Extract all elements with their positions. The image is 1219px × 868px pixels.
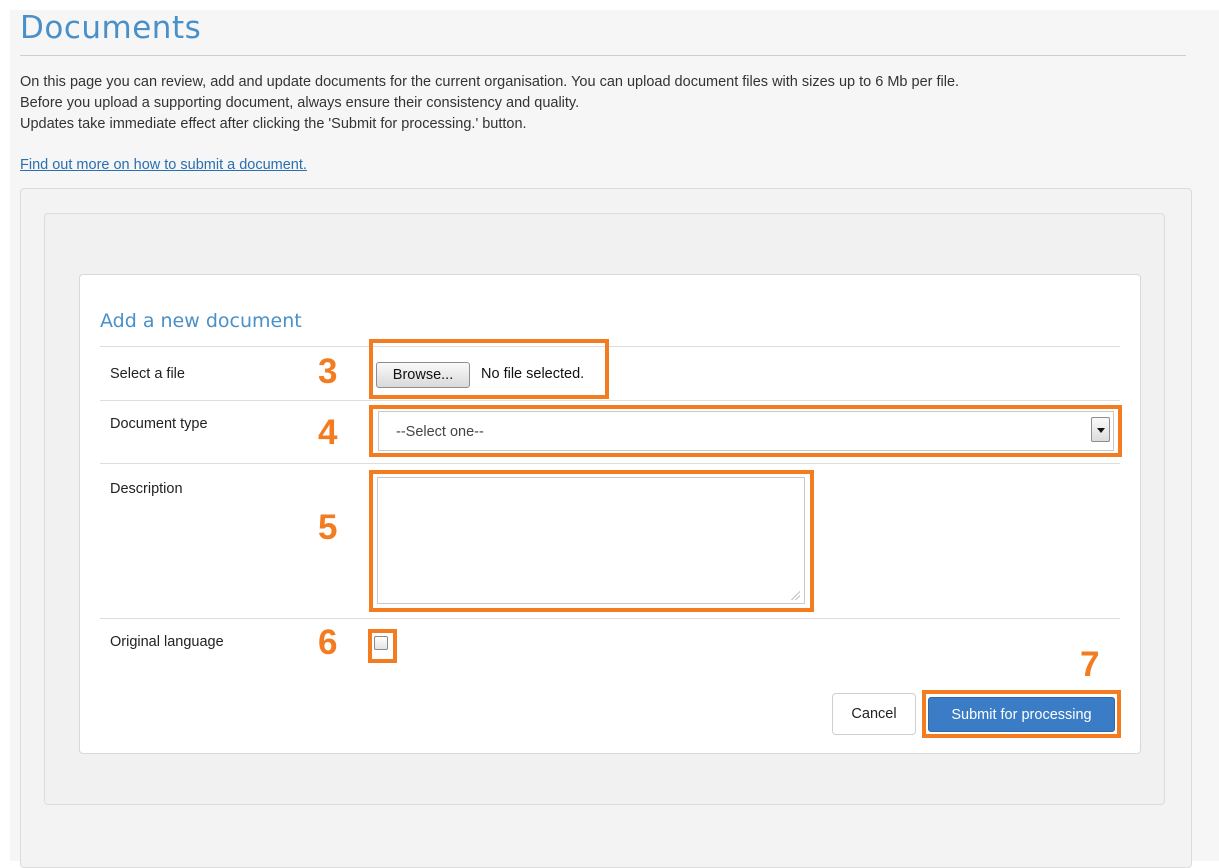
- description-label: Description: [110, 481, 183, 497]
- document-type-label: Document type: [110, 416, 208, 432]
- help-link[interactable]: Find out more on how to submit a documen…: [20, 157, 307, 173]
- row-divider: [100, 463, 1120, 464]
- description-textarea[interactable]: [377, 477, 805, 604]
- select-file-label: Select a file: [110, 366, 185, 382]
- page-intro: On this page you can review, add and upd…: [20, 72, 1200, 135]
- page-title: Documents: [20, 10, 202, 46]
- document-type-select[interactable]: [378, 411, 1114, 451]
- callout-number: 5: [318, 508, 338, 547]
- title-divider: [20, 55, 1186, 56]
- original-language-label: Original language: [110, 634, 224, 650]
- browse-button[interactable]: Browse...: [376, 362, 470, 388]
- callout-number: 4: [318, 413, 338, 452]
- intro-line: Updates take immediate effect after clic…: [20, 116, 527, 132]
- chevron-down-icon[interactable]: [1091, 417, 1110, 442]
- row-divider: [100, 400, 1120, 401]
- intro-line: Before you upload a supporting document,…: [20, 95, 580, 111]
- original-language-checkbox[interactable]: [374, 636, 388, 650]
- document-type-value: --Select one--: [396, 424, 484, 440]
- resize-grip-icon[interactable]: [790, 590, 800, 600]
- cancel-button[interactable]: Cancel: [832, 693, 916, 735]
- submit-button[interactable]: Submit for processing: [928, 697, 1115, 732]
- form-title: Add a new document: [100, 310, 302, 332]
- file-status: No file selected.: [481, 366, 585, 382]
- row-divider: [100, 346, 1120, 347]
- callout-number: 7: [1080, 645, 1100, 684]
- intro-line: On this page you can review, add and upd…: [20, 74, 960, 90]
- callout-number: 3: [318, 352, 338, 391]
- callout-number: 6: [318, 623, 338, 662]
- row-divider: [100, 618, 1120, 619]
